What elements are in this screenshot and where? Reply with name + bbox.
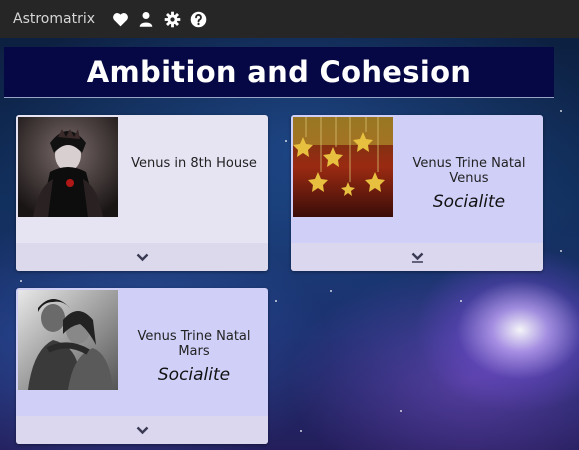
user-icon[interactable]	[135, 8, 157, 30]
card-expand-button[interactable]	[291, 243, 543, 271]
chevron-down-icon	[411, 252, 423, 263]
card-thumbnail	[18, 117, 118, 217]
page-title-banner: Ambition and Cohesion	[4, 47, 554, 98]
chevron-down-icon	[136, 426, 148, 434]
gear-icon[interactable]	[161, 8, 183, 30]
help-icon[interactable]	[187, 8, 209, 30]
card-title: Venus Trine Natal Venus	[412, 156, 526, 186]
heart-icon[interactable]	[109, 8, 131, 30]
card-title: Venus in 8th House	[131, 156, 257, 171]
card-thumbnail	[18, 290, 118, 390]
card-thumbnail	[293, 117, 393, 217]
chevron-down-icon	[136, 253, 148, 261]
card-expand-button[interactable]	[16, 416, 268, 444]
aspect-card[interactable]: Venus Trine Natal Venus Socialite	[291, 115, 543, 271]
card-expand-button[interactable]	[16, 243, 268, 271]
top-nav-bar: Astromatrix	[0, 0, 579, 38]
card-subtitle: Socialite	[432, 192, 506, 212]
app-brand[interactable]: Astromatrix	[13, 11, 95, 27]
page-title: Ambition and Cohesion	[86, 55, 472, 89]
aspect-card[interactable]: Venus Trine Natal Mars Socialite	[16, 288, 268, 444]
card-title: Venus Trine Natal Mars	[137, 329, 251, 359]
card-subtitle: Socialite	[157, 365, 231, 385]
aspect-card[interactable]: Venus in 8th House	[16, 115, 268, 271]
